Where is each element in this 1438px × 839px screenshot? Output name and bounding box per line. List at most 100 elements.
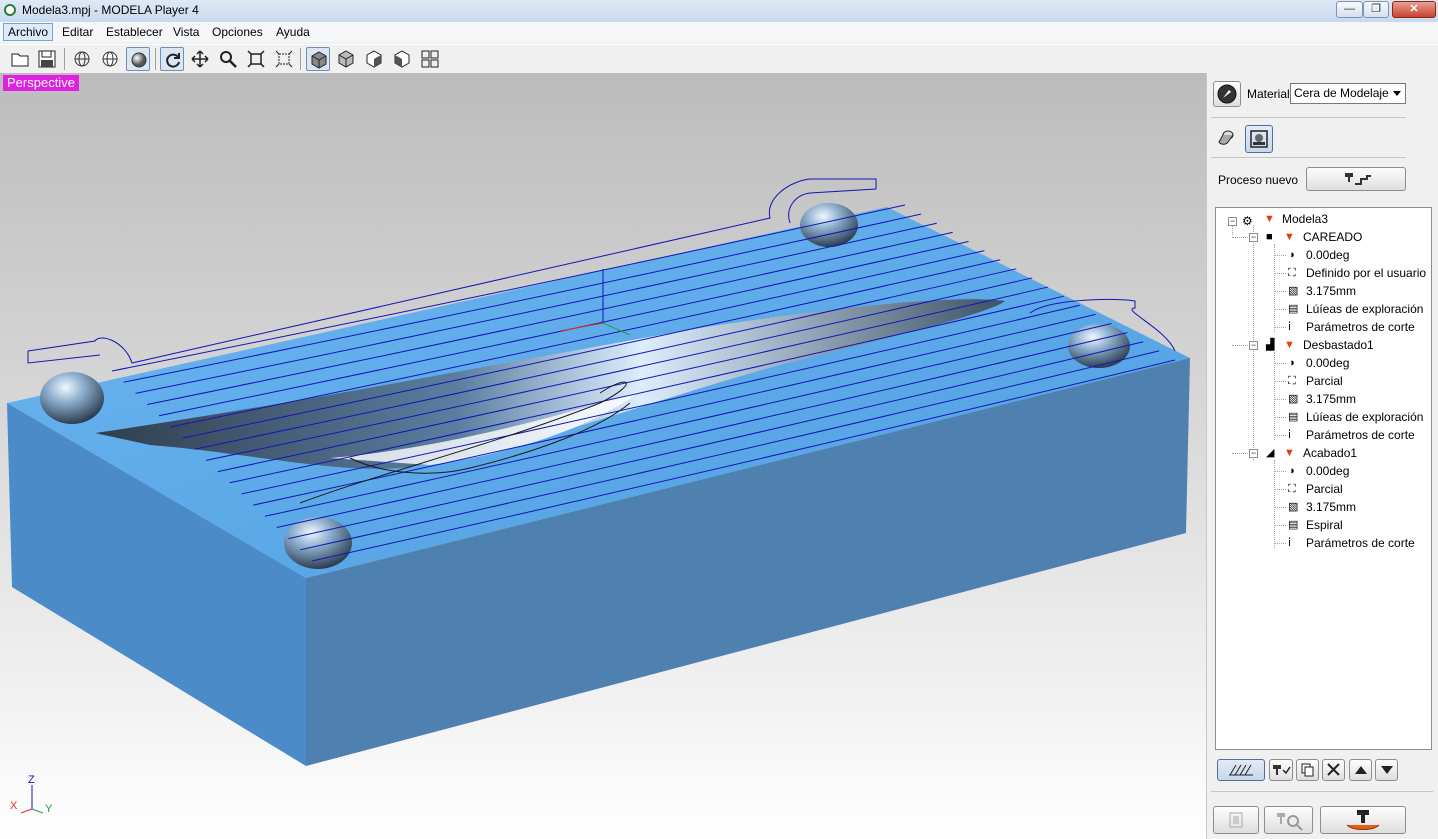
open-folder-icon[interactable] xyxy=(8,47,32,71)
path-type-icon: ▤ xyxy=(1288,519,1299,531)
path-type-icon: ▤ xyxy=(1288,303,1299,315)
view-front-cube-icon[interactable] xyxy=(334,47,358,71)
simulation-button[interactable] xyxy=(1264,806,1313,834)
tool-size-icon: ▧ xyxy=(1288,285,1299,297)
tree-expander[interactable]: − xyxy=(1249,233,1258,242)
tree-setting-item[interactable]: ◑ 0.00deg xyxy=(1288,354,1428,372)
divider xyxy=(1211,157,1406,158)
fit-view-icon[interactable] xyxy=(244,47,268,71)
tree-setting-item[interactable]: ▧ 3.175mm xyxy=(1288,498,1428,516)
process-check-icon[interactable] xyxy=(1269,759,1293,781)
tree-connector xyxy=(1274,435,1286,436)
tree-connector xyxy=(1274,399,1286,400)
tree-connector xyxy=(1232,237,1248,238)
tree-process-desbastado1[interactable]: ▟ ▼ Desbastado1 xyxy=(1266,336,1426,354)
axis-z-label: Z xyxy=(28,774,35,786)
view-iso-cube-icon[interactable] xyxy=(306,47,330,71)
save-icon[interactable] xyxy=(35,47,59,71)
tree-root-modela3[interactable]: ⚙ ▼ Modela3 xyxy=(1242,210,1422,228)
tool-cutter-icon[interactable] xyxy=(1213,125,1239,151)
copy-icon[interactable] xyxy=(1296,759,1319,781)
tree-setting-item[interactable]: ▤ Espiral xyxy=(1288,516,1428,534)
tree-setting-item[interactable]: ▤ Lúíeas de exploración xyxy=(1288,408,1428,426)
tree-expander[interactable]: − xyxy=(1249,449,1258,458)
close-button[interactable]: ✕ xyxy=(1392,1,1436,18)
menu-opciones[interactable]: Opciones xyxy=(208,24,267,40)
zoom-icon[interactable] xyxy=(216,47,240,71)
cut-button[interactable] xyxy=(1320,806,1406,834)
zoom-window-icon[interactable] xyxy=(272,47,296,71)
tree-connector xyxy=(1232,225,1233,235)
tree-process-careado[interactable]: ■ ▼ CAREADO xyxy=(1266,228,1426,246)
minimize-button[interactable]: — xyxy=(1336,1,1363,18)
hidden-line-sphere-icon[interactable] xyxy=(98,47,122,71)
preview-window-button[interactable] xyxy=(1213,806,1259,834)
cutter-orange-icon: ▼ xyxy=(1264,213,1275,225)
material-compass-icon[interactable] xyxy=(1213,81,1241,107)
tree-setting-item[interactable]: ⅰ Parámetros de corte xyxy=(1288,318,1428,336)
tree-setting-item[interactable]: ⅰ Parámetros de corte xyxy=(1288,534,1428,552)
material-select[interactable]: Cera de Modelaje xyxy=(1290,83,1406,104)
tree-setting-item[interactable]: ⛶ Parcial xyxy=(1288,372,1428,390)
new-process-button[interactable] xyxy=(1306,167,1406,191)
menu-establecer[interactable]: Establecer xyxy=(102,24,167,40)
view-right-cube-icon[interactable] xyxy=(362,47,386,71)
menu-archivo[interactable]: Archivo xyxy=(3,23,54,41)
angle-icon: ◑ xyxy=(1288,357,1295,369)
tree-process-label: Acabado1 xyxy=(1303,446,1358,460)
tool-size-icon: ▧ xyxy=(1288,393,1299,405)
move-up-icon[interactable] xyxy=(1349,759,1372,781)
toolpath-preview-button[interactable] xyxy=(1217,759,1265,781)
view-top-cube-icon[interactable] xyxy=(390,47,414,71)
tree-connector xyxy=(1274,244,1275,332)
tree-expander[interactable]: − xyxy=(1249,341,1258,350)
shaded-sphere-icon[interactable] xyxy=(126,47,150,71)
path-type-icon: ▤ xyxy=(1288,411,1299,423)
tree-setting-label: 0.00deg xyxy=(1306,356,1350,370)
toolbar-separator xyxy=(300,48,301,70)
tree-setting-item[interactable]: ▧ 3.175mm xyxy=(1288,282,1428,300)
tree-connector xyxy=(1274,273,1286,274)
menu-editar[interactable]: Editar xyxy=(58,24,97,40)
view-mode-label: Perspective xyxy=(3,75,79,91)
tree-expander[interactable]: − xyxy=(1228,217,1237,226)
tree-setting-label: Parcial xyxy=(1306,374,1343,388)
tree-setting-item[interactable]: ◑ 0.00deg xyxy=(1288,462,1428,480)
tree-process-acabado1[interactable]: ◢ ▼ Acabado1 xyxy=(1266,444,1426,462)
cutter-orange-icon: ▼ xyxy=(1284,231,1295,243)
workpiece-icon[interactable] xyxy=(1245,125,1273,153)
tree-setting-item[interactable]: ⛶ Definido por el usuario xyxy=(1288,264,1428,282)
tree-setting-item[interactable]: ⛶ Parcial xyxy=(1288,480,1428,498)
maximize-button[interactable]: ❐ xyxy=(1363,1,1389,18)
tree-setting-item[interactable]: ▤ Lúíeas de exploración xyxy=(1288,300,1428,318)
cutter-orange-icon: ▼ xyxy=(1284,447,1295,459)
3d-viewport[interactable]: Perspective Z X Y xyxy=(0,73,1206,839)
parameters-icon: ⅰ xyxy=(1288,429,1292,441)
tree-setting-label: Parámetros de corte xyxy=(1306,320,1415,334)
multi-view-icon[interactable] xyxy=(418,47,442,71)
toolbar xyxy=(0,44,1438,74)
tree-setting-item[interactable]: ⅰ Parámetros de corte xyxy=(1288,426,1428,444)
process-type-icon: ◢ xyxy=(1266,447,1275,459)
delete-icon[interactable] xyxy=(1322,759,1345,781)
tree-connector xyxy=(1274,327,1286,328)
toolbar-separator xyxy=(155,48,156,70)
tree-process-label: Desbastado1 xyxy=(1303,338,1374,352)
menu-ayuda[interactable]: Ayuda xyxy=(272,24,314,40)
tree-setting-label: 3.175mm xyxy=(1306,500,1357,514)
process-tree[interactable]: − ⚙ ▼ Modela3 − ■ ▼ CAREADO ◑ 0.00deg ⛶ Definid… xyxy=(1215,207,1432,750)
divider xyxy=(1211,791,1433,792)
tool-size-icon: ▧ xyxy=(1288,501,1299,513)
tree-connector xyxy=(1274,471,1286,472)
pan-icon[interactable] xyxy=(188,47,212,71)
rotate-icon[interactable] xyxy=(160,47,184,71)
tree-setting-item[interactable]: ▧ 3.175mm xyxy=(1288,390,1428,408)
tree-setting-item[interactable]: ◑ 0.00deg xyxy=(1288,246,1428,264)
material-label: Material xyxy=(1247,87,1290,101)
move-down-icon[interactable] xyxy=(1375,759,1398,781)
menu-vista[interactable]: Vista xyxy=(169,24,203,40)
wireframe-sphere-icon[interactable] xyxy=(70,47,94,71)
angle-icon: ◑ xyxy=(1288,249,1295,261)
tree-connector xyxy=(1274,363,1286,364)
area-icon: ⛶ xyxy=(1288,375,1296,387)
